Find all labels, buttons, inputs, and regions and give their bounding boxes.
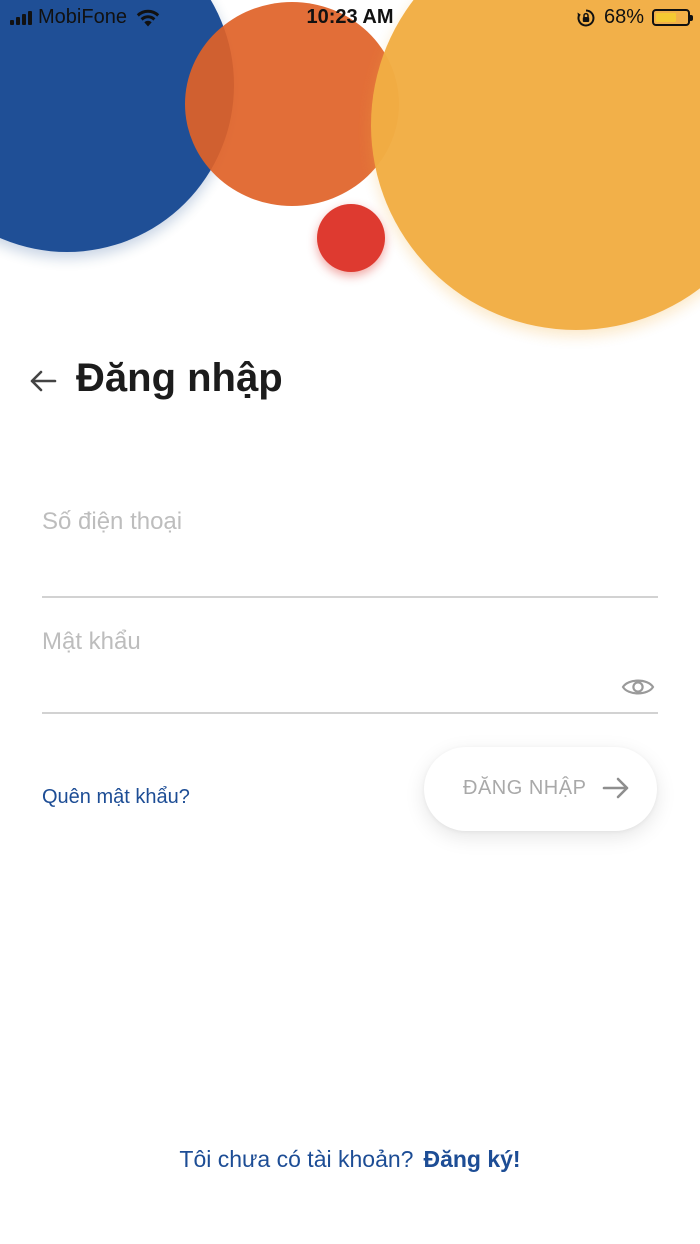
- back-button[interactable]: [26, 364, 60, 398]
- password-field: [42, 610, 658, 714]
- status-right: 68%: [576, 6, 693, 29]
- no-account-text: Tôi chưa có tài khoản?: [179, 1146, 414, 1172]
- yellow-circle-decoration: [371, 0, 700, 330]
- status-bar: MobiFone 10:23 AM 68%: [0, 0, 700, 36]
- login-button-label: ĐĂNG NHẬP: [463, 777, 587, 799]
- forgot-password-link[interactable]: Quên mật khẩu?: [42, 786, 190, 809]
- battery-level-fill: [656, 13, 677, 22]
- login-button[interactable]: ĐĂNG NHẬP: [424, 747, 657, 831]
- toggle-password-visibility-button[interactable]: [620, 672, 656, 702]
- battery-tip: [690, 15, 693, 21]
- battery-percent: 68%: [603, 6, 644, 28]
- register-link[interactable]: Đăng ký!: [423, 1146, 520, 1172]
- eye-icon: [621, 679, 655, 695]
- login-screen: MobiFone 10:23 AM 68% Đăng nhập Số điện …: [0, 0, 700, 1244]
- rotation-lock-icon: [577, 9, 595, 26]
- page-title: Đăng nhập: [76, 356, 283, 400]
- password-input[interactable]: [42, 624, 602, 660]
- battery-icon: [652, 9, 693, 26]
- phone-field: [42, 490, 658, 598]
- signup-prompt: Tôi chưa có tài khoản? Đăng ký!: [0, 1146, 700, 1173]
- red-circle-decoration: [317, 204, 385, 272]
- arrow-right-icon: [602, 777, 629, 799]
- phone-input[interactable]: [42, 504, 602, 540]
- arrow-left-icon: [30, 370, 57, 392]
